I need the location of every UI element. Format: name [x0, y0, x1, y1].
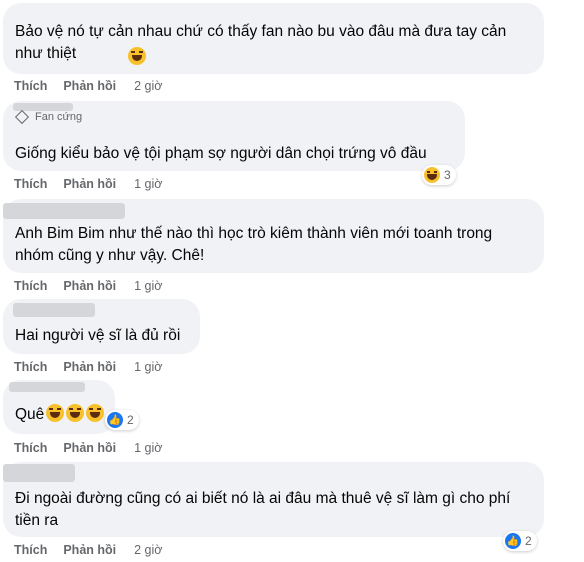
timestamp[interactable]: 2 giờ	[134, 79, 162, 93]
reaction-count: 2	[525, 534, 532, 548]
reply-button[interactable]: Phản hồi	[63, 360, 116, 374]
comment-text: Hai người vệ sĩ là đủ rồi	[15, 327, 181, 344]
diamond-icon	[14, 109, 30, 125]
reply-button[interactable]: Phản hồi	[63, 279, 116, 293]
comment-bubble: Fan cứng Giống kiểu bảo vệ tội phạm sợ n…	[3, 101, 465, 171]
like-icon: 👍	[107, 412, 123, 428]
timestamp[interactable]: 1 giờ	[134, 177, 162, 191]
reply-button[interactable]: Phản hồi	[63, 177, 116, 191]
fan-badge: Fan cứng	[14, 109, 83, 125]
like-button[interactable]: Thích	[14, 279, 47, 293]
blurred-author-name	[3, 464, 75, 482]
like-button[interactable]: Thích	[14, 441, 47, 455]
timestamp[interactable]: 1 giờ	[134, 279, 162, 293]
blurred-author-name	[13, 303, 95, 317]
comment-actions: Thích Phản hồi 1 giờ	[14, 279, 162, 293]
reaction-summary[interactable]: 👍 2	[503, 531, 537, 551]
timestamp[interactable]: 1 giờ	[134, 441, 162, 455]
laughing-emoji	[66, 404, 85, 422]
reaction-summary[interactable]: 👍 2	[105, 410, 139, 430]
comment-text: Quê	[15, 404, 115, 426]
badge-label: Fan cứng	[35, 111, 83, 123]
reply-button[interactable]: Phản hồi	[63, 79, 116, 93]
timestamp[interactable]: 2 giờ	[134, 543, 162, 557]
comment-actions: Thích Phản hồi 1 giờ	[14, 441, 162, 455]
reaction-count: 2	[127, 413, 134, 427]
like-button[interactable]: Thích	[14, 543, 47, 557]
reply-button[interactable]: Phản hồi	[63, 543, 116, 557]
laughing-emoji	[86, 404, 105, 422]
reaction-summary[interactable]: 3	[422, 165, 456, 185]
comment-text-word: Quê	[15, 406, 45, 423]
comment-actions: Thích Phản hồi 2 giờ	[14, 79, 162, 93]
like-button[interactable]: Thích	[14, 177, 47, 191]
laughing-emoji	[46, 404, 65, 422]
laughing-emoji	[128, 47, 146, 65]
like-button[interactable]: Thích	[14, 79, 47, 93]
like-button[interactable]: Thích	[14, 360, 47, 374]
reply-button[interactable]: Phản hồi	[63, 441, 116, 455]
comment-actions: Thích Phản hồi 2 giờ	[14, 543, 162, 557]
comment-text: Giống kiểu bảo vệ tội phạm sợ người dân …	[15, 145, 427, 162]
blurred-author-name	[3, 203, 125, 219]
haha-icon	[424, 167, 440, 183]
timestamp[interactable]: 1 giờ	[134, 360, 162, 374]
comment-bubble: Quê	[3, 380, 115, 434]
comment-text: Bảo vệ nó tự cản nhau chứ có thấy fan nà…	[15, 23, 507, 62]
comment-text: Anh Bim Bim như thế nào thì học trò kiêm…	[15, 225, 493, 264]
comment-bubble: Đi ngoài đường cũng có ai biết nó là ai …	[3, 462, 544, 537]
like-icon: 👍	[505, 533, 521, 549]
comment-bubble: Bảo vệ nó tự cản nhau chứ có thấy fan nà…	[3, 3, 544, 74]
comment-actions: Thích Phản hồi 1 giờ	[14, 360, 162, 374]
comment-bubble: Hai người vệ sĩ là đủ rồi	[3, 299, 200, 354]
blurred-author-name	[9, 382, 85, 392]
reaction-count: 3	[444, 168, 451, 182]
comment-actions: Thích Phản hồi 1 giờ	[14, 177, 162, 191]
comment-bubble: Anh Bim Bim như thế nào thì học trò kiêm…	[3, 199, 544, 273]
comment-text: Đi ngoài đường cũng có ai biết nó là ai …	[15, 490, 511, 529]
